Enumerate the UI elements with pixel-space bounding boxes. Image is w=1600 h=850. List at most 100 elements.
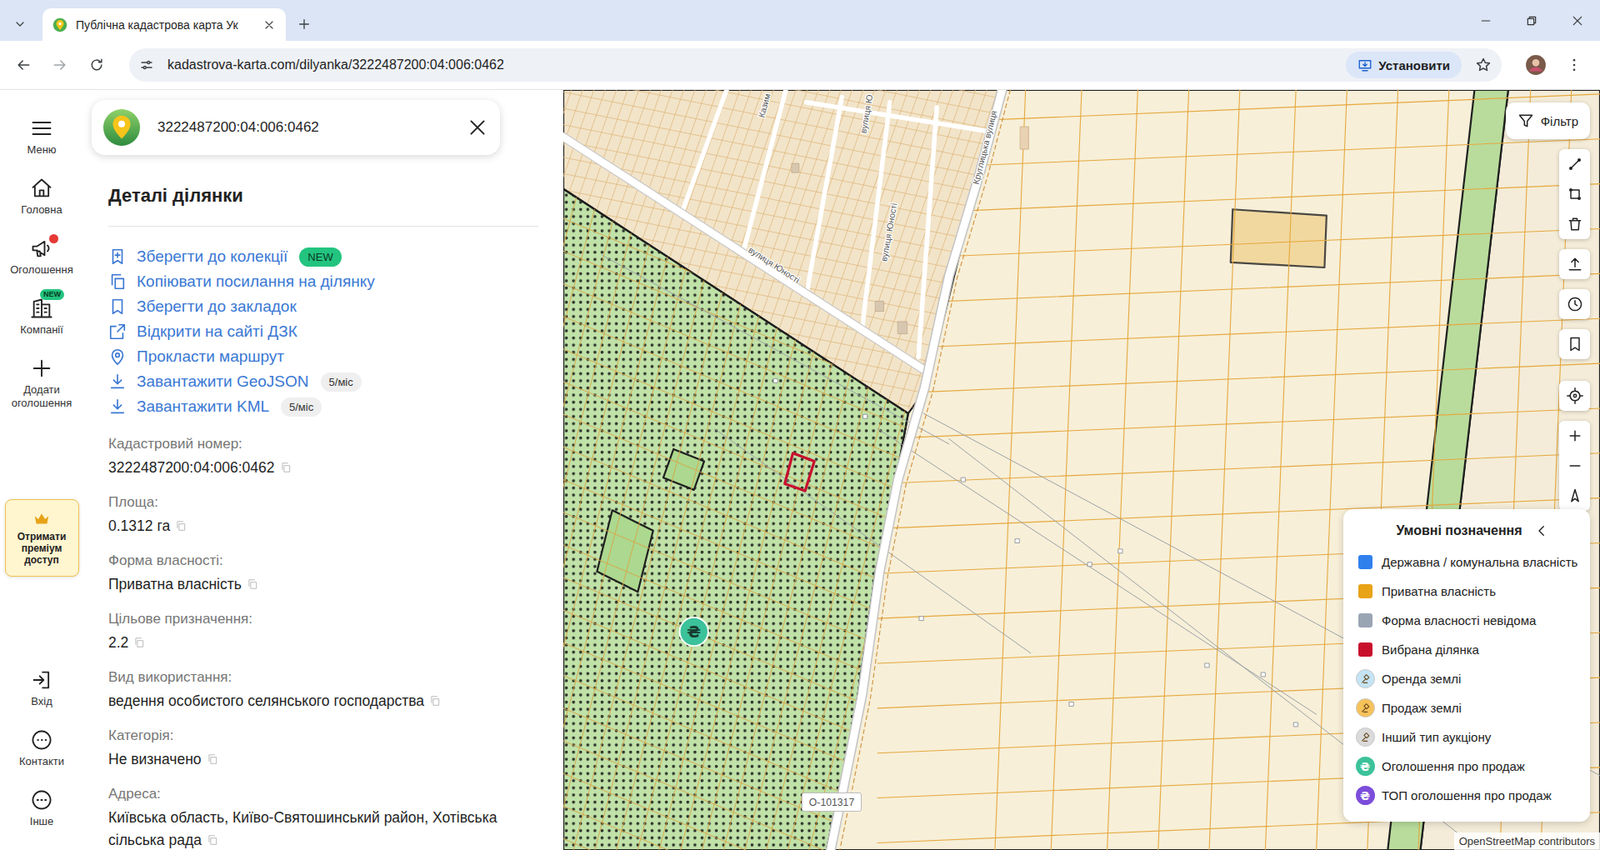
nav-label: Оголошення: [10, 263, 74, 277]
nav-item[interactable]: Головна: [0, 166, 84, 227]
install-label: Установити: [1378, 58, 1450, 73]
close-icon[interactable]: [466, 116, 489, 139]
premium-button[interactable]: Отримати преміум доступ: [5, 499, 80, 577]
copy-icon[interactable]: [429, 695, 441, 707]
map-control-button[interactable]: [1559, 329, 1590, 360]
tab-list-button[interactable]: [6, 10, 34, 38]
legend-label: Вибрана ділянка: [1381, 642, 1480, 657]
action-link[interactable]: Зберегти до закладок: [108, 294, 539, 320]
measure-icon: [1566, 155, 1584, 173]
nav-item[interactable]: Інше: [0, 778, 84, 839]
address-bar[interactable]: kadastrova-karta.com/dilyanka/3222487200…: [129, 48, 1502, 82]
legend-swatch: [1358, 613, 1373, 628]
page-content: Меню Головна Оголошення NEW Компанії Дод…: [0, 90, 1600, 850]
action-link[interactable]: Копіювати посилання на ділянку: [108, 269, 539, 295]
action-link[interactable]: Завантажити GeoJSON 5/міс: [108, 369, 539, 395]
close-tab-icon[interactable]: [262, 18, 276, 32]
map-control-button[interactable]: [1559, 149, 1590, 180]
action-link[interactable]: Прокласти маршрут: [108, 344, 539, 370]
selected-parcel[interactable]: [785, 453, 815, 491]
nav-item[interactable]: Оголошення: [0, 226, 84, 287]
listing-marker[interactable]: ₴: [680, 617, 709, 646]
nav-item[interactable]: Додати оголошення: [0, 346, 84, 420]
external-link-icon: [108, 322, 127, 341]
copy-icon[interactable]: [175, 520, 187, 532]
nav-item[interactable]: Меню: [0, 106, 84, 167]
copy-icon: [108, 272, 127, 291]
hammer-icon: [1360, 702, 1371, 714]
install-app-button[interactable]: Установити: [1345, 51, 1462, 79]
copy-icon[interactable]: [246, 578, 259, 590]
action-badge: NEW: [299, 247, 341, 267]
trash-icon: [1566, 215, 1584, 233]
action-link[interactable]: Відкрити на сайті ДЗК: [108, 319, 539, 345]
copy-icon[interactable]: [206, 834, 219, 846]
chat-icon: [30, 728, 54, 752]
legend-label: Інший тип аукціону: [1381, 730, 1491, 745]
site-logo-icon[interactable]: [102, 108, 141, 147]
copy-icon[interactable]: [280, 461, 292, 474]
tab-title: Публічна кадастрова карта Ук: [75, 18, 255, 32]
map-control-button[interactable]: [1559, 249, 1590, 280]
back-button[interactable]: [6, 48, 40, 82]
action-link[interactable]: Зберегти до колекції NEW: [108, 244, 539, 270]
auction-badge: [1355, 698, 1375, 718]
chevron-left-icon[interactable]: [1534, 523, 1550, 539]
nav-item[interactable]: Вхід: [0, 658, 84, 719]
close-window-button[interactable]: [1554, 0, 1600, 41]
nav-label: Інше: [30, 815, 54, 829]
install-icon: [1357, 57, 1373, 73]
map-control-button[interactable]: [1559, 450, 1590, 481]
search-input[interactable]: 3222487200:04:006:0462: [157, 119, 320, 136]
profile-button[interactable]: [1519, 48, 1553, 82]
action-badge: 5/міс: [320, 372, 362, 392]
map-background: [563, 90, 1600, 850]
nav-item[interactable]: Контакти: [0, 718, 84, 779]
restore-button[interactable]: [1508, 0, 1555, 41]
forward-button[interactable]: [43, 48, 77, 82]
browser-tab[interactable]: Публічна кадастрова карта Ук: [42, 8, 286, 41]
listing-badge: ₴: [1355, 756, 1375, 776]
arrow-left-icon: [15, 56, 32, 74]
map-control-button[interactable]: [1559, 179, 1590, 210]
legend-swatch: [1358, 555, 1373, 570]
site-info-button[interactable]: [134, 52, 160, 78]
legend-header[interactable]: Умовні позначення: [1355, 519, 1579, 543]
map-control-button[interactable]: [1559, 289, 1590, 320]
nav-label: Головна: [20, 203, 62, 217]
bookmark-icon: [1566, 335, 1584, 353]
legend-label: ТОП оголошення про продаж: [1381, 788, 1552, 803]
map-control-button[interactable]: [1559, 209, 1590, 240]
detail-field: Вид використання: ведення особистого сел…: [108, 667, 539, 713]
bookmark-star-button[interactable]: [1466, 48, 1500, 82]
filter-button[interactable]: Фільтр: [1505, 102, 1590, 140]
map-attribution[interactable]: OpenStreetMap contributors: [1454, 832, 1600, 850]
legend-label: Продаж землі: [1381, 700, 1462, 715]
nav-item[interactable]: NEW Компанії: [0, 286, 84, 347]
action-link[interactable]: Завантажити KML 5/міс: [108, 394, 539, 420]
svg-text:₴: ₴: [686, 622, 701, 642]
control-group: [1559, 380, 1590, 411]
zoom-out-icon: [1566, 457, 1584, 475]
map-controls: [1559, 149, 1590, 511]
download-icon: [108, 372, 127, 391]
download-icon: [108, 397, 127, 416]
login-icon: [30, 668, 54, 692]
legend-item: Форма власності невідома: [1355, 605, 1579, 635]
browser-menu-button[interactable]: [1557, 48, 1591, 82]
new-tab-button[interactable]: [290, 10, 318, 38]
action-label: Завантажити KML: [136, 397, 270, 416]
search-box[interactable]: 3222487200:04:006:0462: [91, 100, 500, 155]
funnel-icon: [1517, 112, 1535, 130]
details-panel: 3222487200:04:006:0462 Деталі ділянки Зб…: [83, 90, 564, 850]
toolbar: kadastrova-karta.com/dilyanka/3222487200…: [0, 40, 1600, 90]
map-control-button[interactable]: [1559, 380, 1590, 411]
map-control-button[interactable]: [1559, 420, 1590, 451]
field-value: Приватна власність: [108, 573, 539, 596]
copy-icon[interactable]: [133, 636, 145, 649]
minimize-button[interactable]: [1462, 0, 1509, 41]
reload-button[interactable]: [80, 48, 114, 82]
map[interactable]: Круглицька вулицявулиця Юностівулиця Юно…: [563, 90, 1600, 850]
map-control-button[interactable]: [1559, 480, 1590, 511]
copy-icon[interactable]: [206, 753, 219, 765]
